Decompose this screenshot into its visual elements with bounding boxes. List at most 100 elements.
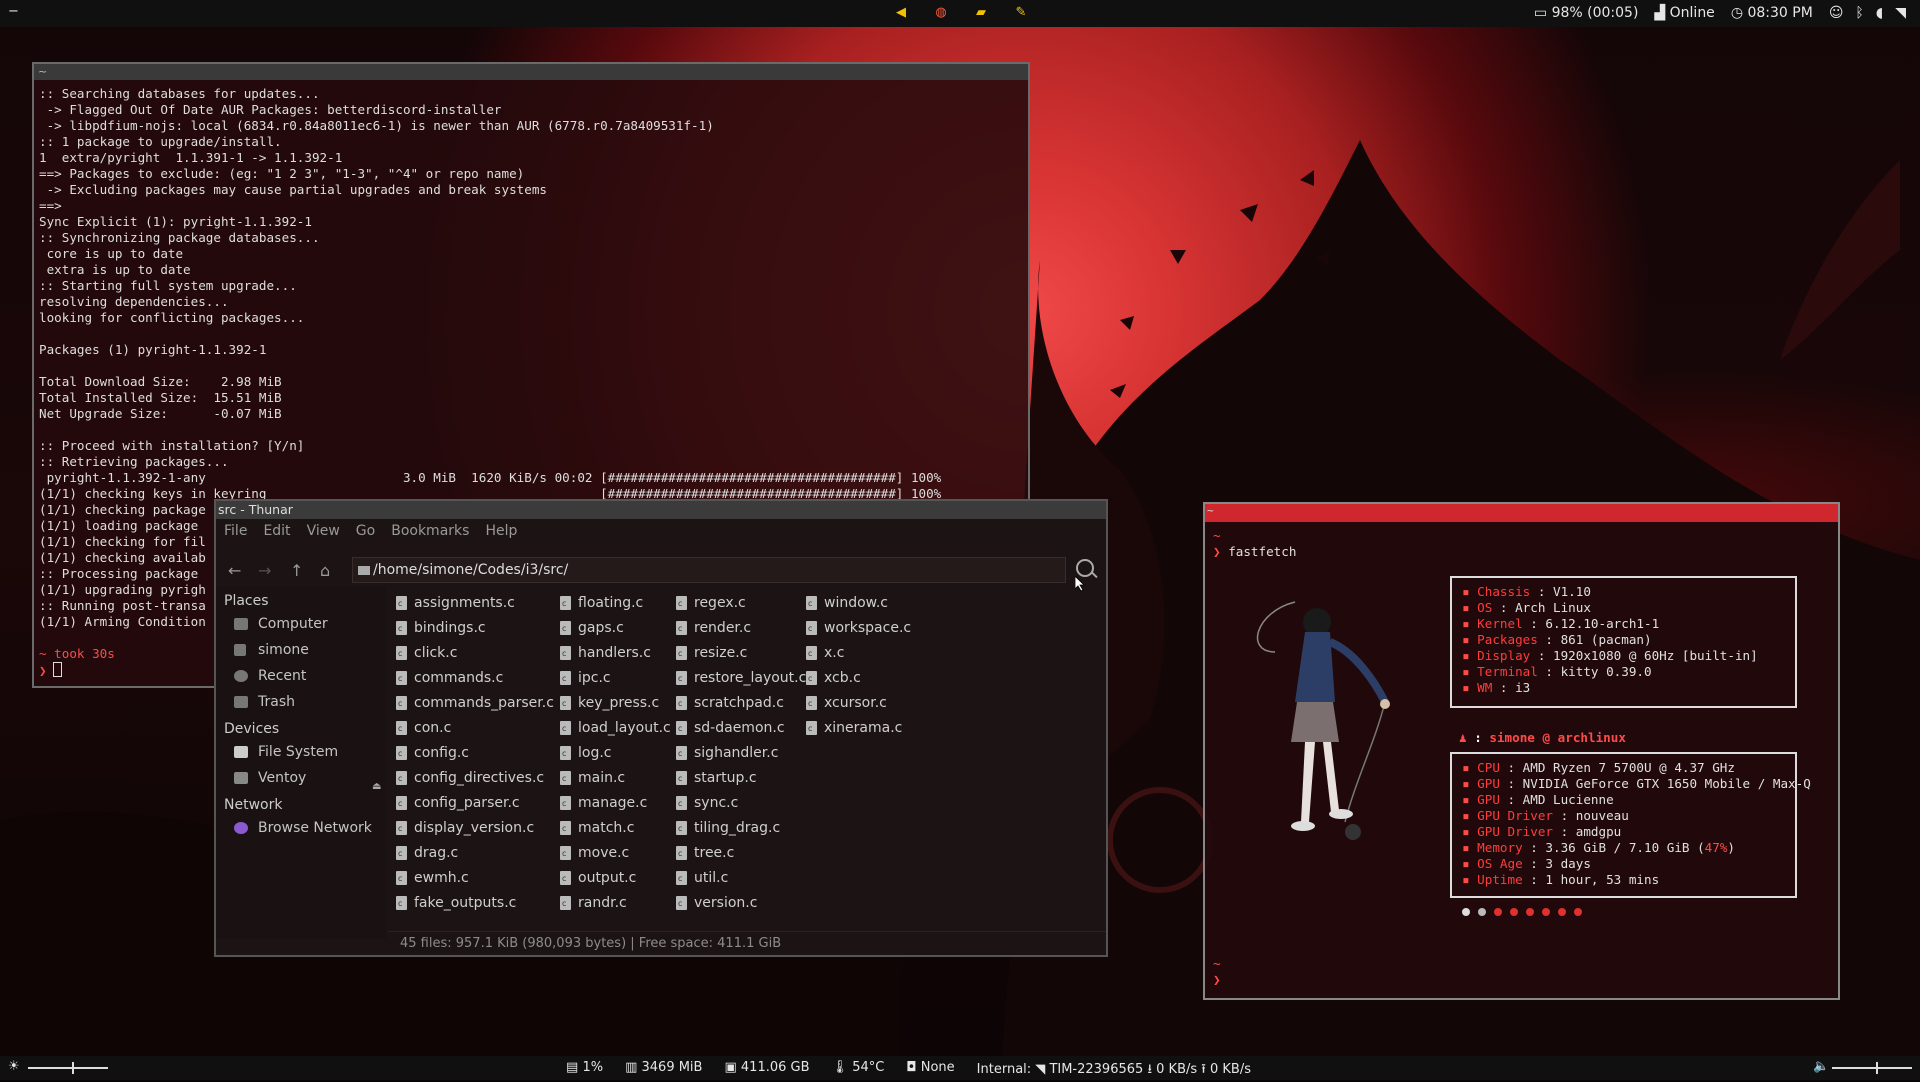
sidebar-item-home[interactable]: simone xyxy=(216,637,386,663)
menu-bookmarks[interactable]: Bookmarks xyxy=(391,523,469,539)
thunar-window[interactable]: src - Thunar File Edit View Go Bookmarks… xyxy=(214,499,1108,957)
file-item[interactable]: output.c xyxy=(560,866,671,891)
disk-usage[interactable]: ▣ 411.06 GB xyxy=(724,1060,809,1082)
browser-icon[interactable]: ◍ xyxy=(932,5,950,21)
file-item[interactable]: tree.c xyxy=(676,841,806,866)
network-status[interactable]: ▟ Online xyxy=(1654,5,1714,21)
menu-edit[interactable]: Edit xyxy=(263,523,290,539)
file-item[interactable]: xcursor.c xyxy=(806,691,911,716)
file-item[interactable]: version.c xyxy=(676,891,806,916)
file-item[interactable]: config_directives.c xyxy=(396,766,554,791)
brightness-slider[interactable] xyxy=(28,1062,108,1074)
menu-file[interactable]: File xyxy=(224,523,247,539)
forward-arrow-icon[interactable]: → xyxy=(258,561,271,580)
file-item[interactable]: config.c xyxy=(396,741,554,766)
file-item[interactable]: click.c xyxy=(396,641,554,666)
file-item[interactable]: scratchpad.c xyxy=(676,691,806,716)
fastfetch-terminal-window[interactable]: ~ ~ ❯ fastfetch ▪ Chassis : V1.10 ▪ OS : … xyxy=(1203,502,1840,1000)
file-item[interactable]: gaps.c xyxy=(560,616,671,641)
file-name: config_directives.c xyxy=(414,770,545,786)
file-item[interactable]: fake_outputs.c xyxy=(396,891,554,916)
fastfetch-prompt[interactable]: ~ ❯ xyxy=(1213,956,1221,988)
toggle-icon[interactable]: ◖ xyxy=(1876,5,1883,21)
file-item[interactable]: floating.c xyxy=(560,591,671,616)
cpu-usage[interactable]: ▤ 1% xyxy=(566,1060,603,1082)
file-item[interactable]: key_press.c xyxy=(560,691,671,716)
volume-knob[interactable] xyxy=(1876,1062,1878,1074)
up-arrow-icon[interactable]: ↑ xyxy=(290,561,303,580)
menu-go[interactable]: Go xyxy=(356,523,375,539)
file-item[interactable]: regex.c xyxy=(676,591,806,616)
file-item[interactable]: assignments.c xyxy=(396,591,554,616)
sidebar-item-computer[interactable]: Computer xyxy=(216,611,386,637)
file-item[interactable]: randr.c xyxy=(560,891,671,916)
notes-icon[interactable]: ✎ xyxy=(1012,5,1030,21)
file-item[interactable]: xinerama.c xyxy=(806,716,911,741)
file-item[interactable]: xcb.c xyxy=(806,666,911,691)
fastfetch-titlebar[interactable]: ~ xyxy=(1205,504,1838,522)
sidebar-item-trash[interactable]: Trash xyxy=(216,689,386,715)
file-item[interactable]: bindings.c xyxy=(396,616,554,641)
network-info[interactable]: Internal: ◥ TIM-22396565 ⭳ 0 KB/s ⭱ 0 KB… xyxy=(977,1060,1251,1082)
brightness-knob[interactable] xyxy=(72,1062,74,1074)
file-item[interactable]: workspace.c xyxy=(806,616,911,641)
info-separator: : xyxy=(1499,760,1523,775)
file-item[interactable]: sighandler.c xyxy=(676,741,806,766)
file-item[interactable]: window.c xyxy=(806,591,911,616)
c-source-file-icon xyxy=(806,691,817,716)
file-item[interactable]: ipc.c xyxy=(560,666,671,691)
file-item[interactable]: load_layout.c xyxy=(560,716,671,741)
folder-icon[interactable]: ▰ xyxy=(972,5,990,21)
file-item[interactable]: handlers.c xyxy=(560,641,671,666)
file-item[interactable]: main.c xyxy=(560,766,671,791)
menu-view[interactable]: View xyxy=(307,523,340,539)
home-icon[interactable]: ⌂ xyxy=(320,561,330,580)
location-bar[interactable]: /home/simone/Codes/i3/src/ xyxy=(352,557,1066,583)
file-item[interactable]: sync.c xyxy=(676,791,806,816)
file-item[interactable]: startup.c xyxy=(676,766,806,791)
file-item[interactable]: render.c xyxy=(676,616,806,641)
file-item[interactable]: x.c xyxy=(806,641,911,666)
vscode-icon[interactable]: ◀ xyxy=(892,5,910,21)
search-icon[interactable] xyxy=(1076,559,1094,577)
file-item[interactable]: match.c xyxy=(560,816,671,841)
volume-slider[interactable] xyxy=(1832,1062,1912,1074)
file-name: x.c xyxy=(824,645,845,661)
temperature[interactable]: 🌡 54°C xyxy=(832,1060,885,1082)
file-item[interactable]: resize.c xyxy=(676,641,806,666)
eject-icon[interactable]: ⏏ xyxy=(372,774,381,800)
file-name: main.c xyxy=(578,770,626,786)
wifi-icon[interactable]: ◥ xyxy=(1895,5,1906,21)
file-item[interactable]: move.c xyxy=(560,841,671,866)
battery-status[interactable]: ▭ 98% (00:05) xyxy=(1534,5,1639,21)
file-item[interactable]: drag.c xyxy=(396,841,554,866)
file-item[interactable]: restore_layout.c xyxy=(676,666,806,691)
discord-icon[interactable]: ☺ xyxy=(1829,5,1844,21)
file-item[interactable]: log.c xyxy=(560,741,671,766)
file-item[interactable]: tiling_drag.c xyxy=(676,816,806,841)
clock[interactable]: ◷ 08:30 PM xyxy=(1731,5,1813,21)
sidebar-item-filesystem[interactable]: File System xyxy=(216,739,386,765)
info-key: OS Age xyxy=(1477,856,1523,871)
file-item[interactable]: commands.c xyxy=(396,666,554,691)
file-item[interactable]: manage.c xyxy=(560,791,671,816)
sidebar-item-recent[interactable]: Recent xyxy=(216,663,386,689)
file-item[interactable]: ewmh.c xyxy=(396,866,554,891)
sidebar-item-ventoy[interactable]: Ventoy ⏏ xyxy=(216,765,386,792)
terminal-titlebar[interactable]: ~ xyxy=(34,64,1028,80)
menu-help[interactable]: Help xyxy=(485,523,517,539)
workspace-indicator[interactable]: − xyxy=(8,4,19,19)
file-item[interactable]: config_parser.c xyxy=(396,791,554,816)
thunar-titlebar[interactable]: src - Thunar xyxy=(216,501,1106,519)
file-item[interactable]: util.c xyxy=(676,866,806,891)
file-item[interactable]: display_version.c xyxy=(396,816,554,841)
bluetooth-icon[interactable]: ᛒ xyxy=(1855,5,1863,21)
file-item[interactable]: con.c xyxy=(396,716,554,741)
file-item[interactable]: sd-daemon.c xyxy=(676,716,806,741)
sidebar-item-browse-network[interactable]: Browse Network xyxy=(216,815,386,841)
memory-usage[interactable]: ▥ 3469 MiB xyxy=(625,1060,702,1082)
media-status[interactable]: ◘ None xyxy=(906,1060,954,1082)
back-arrow-icon[interactable]: ← xyxy=(228,561,241,580)
hardware-info-icon: ▪ xyxy=(1462,792,1478,807)
file-item[interactable]: commands_parser.c xyxy=(396,691,554,716)
